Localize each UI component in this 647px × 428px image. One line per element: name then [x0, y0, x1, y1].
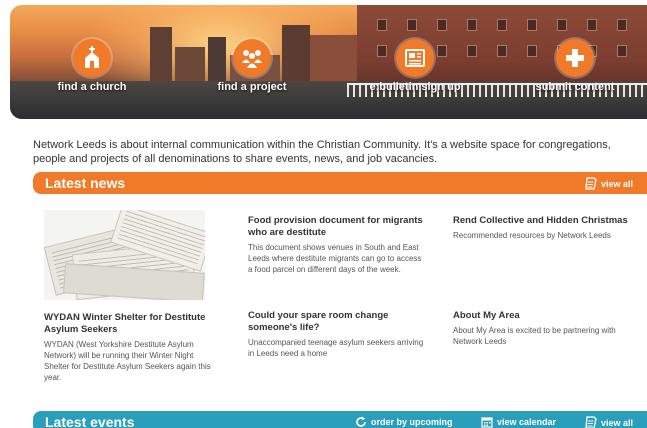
news-desc: WYDAN (West Yorkshire Destitute Asylum N… — [44, 340, 211, 382]
news-item-food-provision[interactable]: Food provision document for migrants who… — [248, 215, 428, 275]
latest-events-bar: Latest events order by upcoming view cal… — [33, 411, 647, 428]
latest-news-title: Latest news — [45, 175, 126, 191]
newsletter-icon — [396, 39, 434, 77]
submit-content-label: submit content — [535, 81, 615, 93]
newspaper-image — [44, 210, 205, 300]
news-desc: Recommended resources by Network Leeds — [453, 231, 611, 240]
news-title[interactable]: Rend Collective and Hidden Christmas — [453, 215, 638, 227]
latest-news-bar: Latest news view all — [33, 172, 647, 194]
news-desc: Unaccompanied teenage asylum seekers arr… — [248, 338, 424, 358]
news-item-rend-collective[interactable]: Rend Collective and Hidden Christmas Rec… — [453, 215, 638, 241]
view-calendar-label: view calendar — [497, 417, 557, 427]
news-title[interactable]: Could your spare room change someone's l… — [248, 310, 428, 334]
document-icon — [585, 416, 597, 428]
ebulletin-signup-link[interactable]: e:bulletin sign up — [360, 39, 470, 93]
calendar-icon — [481, 416, 493, 428]
news-view-all-label: view all — [600, 178, 633, 189]
order-by-upcoming-link[interactable]: order by upcoming — [355, 416, 453, 428]
news-desc: This document shows venues in South and … — [248, 243, 422, 274]
ebulletin-signup-label: e:bulletin sign up — [369, 81, 461, 93]
document-icon — [585, 177, 597, 190]
news-item-wydan[interactable]: WYDAN Winter Shelter for Destitute Asylu… — [44, 312, 214, 383]
news-title[interactable]: WYDAN Winter Shelter for Destitute Asylu… — [44, 312, 214, 336]
plus-icon — [556, 39, 594, 77]
hero-banner: find a church find a project e:bulletin … — [10, 5, 647, 119]
news-desc: About My Area is excited to be partnerin… — [453, 326, 616, 346]
refresh-icon — [355, 416, 367, 428]
news-item-spare-room[interactable]: Could your spare room change someone's l… — [248, 310, 428, 359]
submit-content-link[interactable]: submit content — [520, 39, 630, 93]
intro-text: Network Leeds is about internal communic… — [33, 139, 611, 165]
people-icon — [233, 39, 271, 77]
news-item-about-my-area[interactable]: About My Area About My Area is excited t… — [453, 310, 633, 347]
find-a-project-link[interactable]: find a project — [197, 39, 307, 93]
events-view-all-label: view all — [600, 417, 633, 428]
order-by-upcoming-label: order by upcoming — [371, 417, 453, 427]
find-a-church-link[interactable]: find a church — [37, 39, 147, 93]
latest-events-title: Latest events — [45, 414, 135, 428]
news-title[interactable]: Food provision document for migrants who… — [248, 215, 428, 239]
events-view-all-link[interactable]: view all — [585, 416, 633, 428]
news-title[interactable]: About My Area — [453, 310, 633, 322]
news-view-all-link[interactable]: view all — [585, 177, 633, 190]
find-a-church-label: find a church — [57, 81, 127, 93]
view-calendar-link[interactable]: view calendar — [481, 416, 556, 428]
church-icon — [73, 39, 111, 77]
find-a-project-label: find a project — [217, 81, 287, 93]
